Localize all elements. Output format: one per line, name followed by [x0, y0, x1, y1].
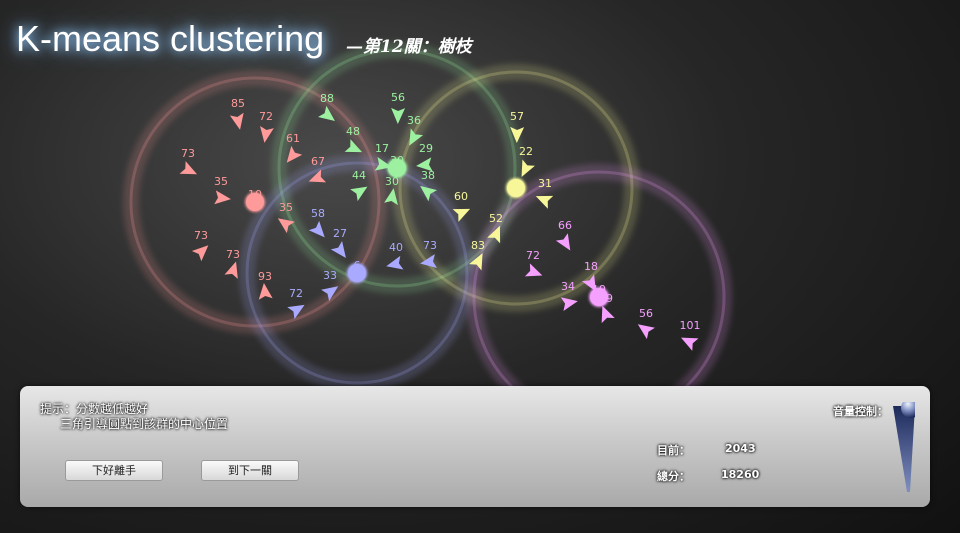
center-label-red: 10 — [248, 188, 262, 201]
point-label-yellow-0: 57 — [510, 110, 524, 123]
point-arrow-yellow-2[interactable] — [535, 195, 554, 209]
point-label-pink-0: 66 — [558, 219, 572, 232]
point-label-pink-2: 18 — [584, 260, 598, 273]
point-arrow-blue-1[interactable] — [330, 241, 346, 259]
point-label-yellow-2: 31 — [538, 177, 552, 190]
game-title: K-means clustering — [16, 18, 325, 59]
point-label-green-6: 44 — [352, 169, 366, 182]
point-label-blue-4: 33 — [323, 269, 337, 282]
point-label-yellow-5: 83 — [471, 239, 485, 252]
point-arrow-yellow-1[interactable] — [521, 159, 535, 177]
cluster-center-yellow[interactable] — [507, 179, 525, 197]
point-arrow-blue-0[interactable] — [308, 220, 325, 238]
point-arrow-red-2[interactable] — [286, 145, 303, 163]
point-label-green-3: 48 — [346, 125, 360, 138]
point-label-blue-5: 72 — [289, 287, 303, 300]
level-subtitle: —第12關：樹枝 — [346, 37, 472, 57]
volume-slider[interactable] — [893, 402, 915, 494]
point-arrow-green-6[interactable] — [350, 186, 368, 202]
point-label-red-9: 93 — [258, 270, 272, 283]
point-label-yellow-1: 22 — [519, 145, 533, 158]
point-arrow-pink-1[interactable] — [524, 263, 543, 277]
point-label-pink-3: 34 — [561, 280, 575, 293]
point-arrow-red-1[interactable] — [260, 125, 274, 143]
point-arrow-red-3[interactable] — [179, 161, 198, 175]
point-label-green-8: 38 — [421, 169, 435, 182]
current-score-value: 2043 — [725, 442, 756, 455]
control-panel: 提示：分數越低越好 三角引導圓點到該群的中心位置 下好離手 到下一關 目前： 2… — [20, 386, 930, 507]
point-label-red-6: 35 — [279, 201, 293, 214]
total-score-label: 總分： — [657, 470, 690, 483]
center-label-green: 30 — [390, 154, 404, 167]
point-label-red-1: 72 — [259, 110, 273, 123]
point-arrow-pink-6[interactable] — [681, 337, 699, 351]
center-label-pink: 19 — [592, 283, 606, 296]
point-label-blue-3: 73 — [423, 239, 437, 252]
point-label-blue-0: 58 — [311, 207, 325, 220]
point-label-red-2: 61 — [286, 132, 300, 145]
point-arrow-pink-3[interactable] — [560, 297, 578, 312]
point-label-blue-1: 27 — [333, 227, 347, 240]
point-arrow-red-5[interactable] — [214, 190, 231, 205]
point-label-red-0: 85 — [231, 97, 245, 110]
point-arrow-pink-4[interactable] — [601, 305, 615, 324]
current-score-label: 目前： — [657, 444, 690, 457]
point-arrow-green-1[interactable] — [391, 107, 406, 124]
next-level-button[interactable]: 到下一關 — [201, 460, 299, 481]
point-arrow-blue-2[interactable] — [386, 255, 404, 270]
point-arrow-red-7[interactable] — [191, 245, 209, 262]
point-label-yellow-3: 60 — [454, 190, 468, 203]
point-label-green-2: 36 — [407, 114, 421, 127]
point-label-pink-1: 72 — [526, 249, 540, 262]
center-label-blue: 6 — [354, 259, 361, 272]
point-label-red-4: 67 — [311, 155, 325, 168]
point-label-green-5: 29 — [419, 142, 433, 155]
point-arrow-red-9[interactable] — [258, 283, 273, 300]
point-arrow-pink-5[interactable] — [637, 324, 655, 340]
point-label-green-1: 56 — [391, 91, 405, 104]
point-arrow-red-0[interactable] — [229, 112, 244, 130]
point-label-green-4: 17 — [375, 142, 389, 155]
point-label-pink-6: 101 — [680, 319, 701, 332]
total-score-value: 18260 — [721, 468, 760, 481]
point-label-blue-2: 40 — [389, 241, 403, 254]
hint-line-2: 三角引導圓點到該群的中心位置 — [60, 417, 229, 431]
point-label-red-7: 73 — [194, 229, 208, 242]
volume-track-icon — [893, 406, 915, 492]
release-button[interactable]: 下好離手 — [65, 460, 163, 481]
cluster-halos — [123, 42, 732, 430]
point-arrow-red-8[interactable] — [224, 261, 238, 279]
point-label-red-8: 73 — [226, 248, 240, 261]
point-label-green-0: 88 — [320, 92, 334, 105]
point-label-pink-5: 56 — [639, 307, 653, 320]
point-label-red-5: 35 — [214, 175, 228, 188]
volume-label: 音量控制： — [833, 405, 888, 418]
point-label-yellow-4: 52 — [489, 212, 503, 225]
point-arrow-pink-0[interactable] — [555, 233, 571, 251]
point-label-red-3: 73 — [181, 147, 195, 160]
